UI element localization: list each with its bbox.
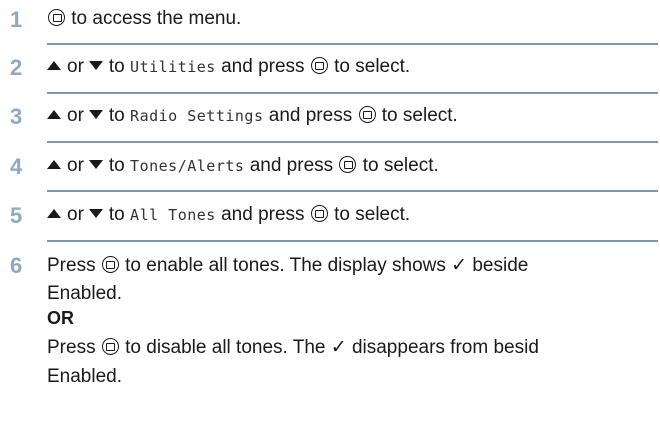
step-text: to access the menu. [47,8,241,30]
menu-target: Radio Settings [130,107,264,125]
to-word: to [108,155,125,176]
divider [47,43,658,45]
step-number: 1 [10,7,23,32]
step-text-line-3: Press to disable all tones. The ✓ disapp… [47,336,539,359]
to-select-text: to select. [362,155,439,176]
divider [47,240,658,242]
press-word: Press [47,255,96,276]
step-number: 6 [10,253,23,278]
down-arrow-icon [88,160,103,169]
menu-ok-button-icon [101,256,119,273]
menu-target: Tones/Alerts [130,157,245,175]
divider [47,92,658,94]
procedure-steps: 1 to access the menu. 2 or to Utilities a… [0,0,660,439]
or-word: or [67,105,84,126]
step-number: 3 [10,104,23,129]
step-text-line-1: Press to enable all tones. The display s… [47,254,528,277]
step-text: or to Tones/Alerts and press to select. [47,155,439,177]
menu-ok-button-icon [48,9,65,26]
up-arrow-icon [47,209,61,218]
and-press-text: and press [249,155,334,176]
step-number: 4 [10,154,23,179]
menu-ok-button-icon [310,205,328,222]
to-select-text: to select. [381,105,458,126]
to-select-text: to select. [334,56,411,77]
divider [47,190,658,192]
or-word: or [67,56,84,77]
to-select-text: to select. [334,204,411,225]
or-label: OR [47,308,74,328]
to-word: to [108,105,125,126]
or-word: or [67,155,84,176]
step-text-line-2: Enabled. [47,283,123,304]
up-arrow-icon [47,160,61,169]
step-text: or to Radio Settings and press to select. [47,105,458,127]
step-number: 2 [10,55,23,80]
step-text-line-4: Enabled. [47,366,123,387]
step-number: 5 [10,203,23,228]
menu-ok-button-icon [101,338,119,355]
divider [47,141,658,143]
down-arrow-icon [88,110,103,119]
up-arrow-icon [47,61,61,70]
down-arrow-icon [88,209,103,218]
step-text: or to All Tones and press to select. [47,204,410,226]
down-arrow-icon [88,61,103,70]
and-press-text: and press [221,204,305,225]
up-arrow-icon [47,110,61,119]
enable-instruction: to enable all tones. The display shows ✓… [125,255,529,276]
disable-instruction: to disable all tones. The ✓ disappears f… [125,337,539,358]
or-word: or [67,204,84,225]
press-word: Press [47,337,96,358]
and-press-text: and press [221,56,305,77]
to-word: to [108,56,125,77]
menu-ok-button-icon [310,57,328,74]
menu-target: Utilities [130,58,216,76]
step-instruction: to access the menu. [71,8,242,29]
to-word: to [108,204,125,225]
menu-ok-button-icon [358,106,376,123]
menu-target: All Tones [130,206,216,224]
step-text: or to Utilities and press to select. [47,56,410,78]
and-press-text: and press [268,105,353,126]
menu-ok-button-icon [339,156,357,173]
